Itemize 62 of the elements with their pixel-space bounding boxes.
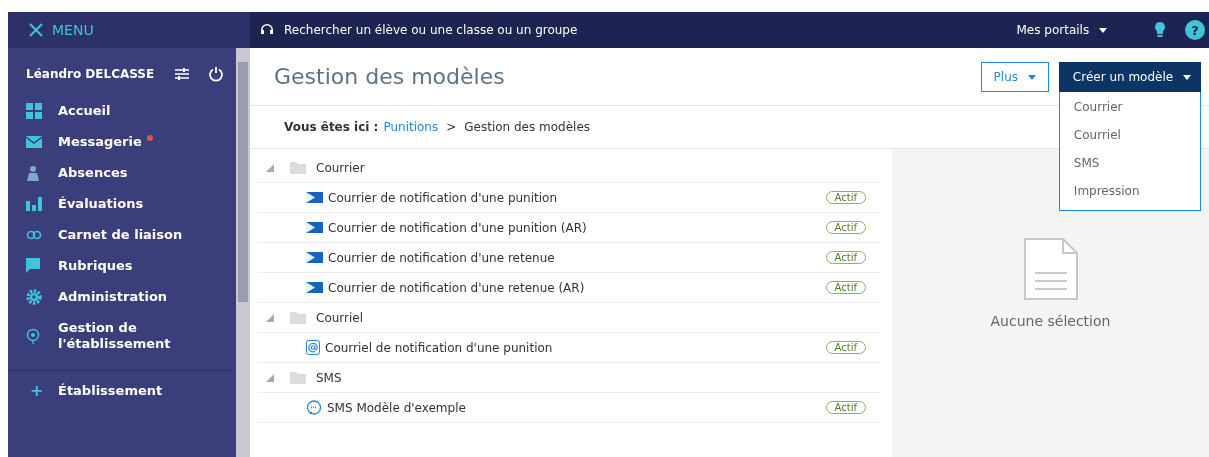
power-icon[interactable] [208,66,224,82]
menu-item[interactable]: Courriel [1059,121,1200,150]
plus-glyph: + [30,381,45,400]
create-template-button[interactable]: Créer un modèle [1058,61,1201,92]
help-button[interactable]: ? [1185,20,1205,40]
folder-row[interactable]: Courrier [258,153,880,183]
breadcrumb-link[interactable]: Punitions [383,120,439,134]
more-button[interactable]: Plus [980,61,1049,92]
lightbulb-icon[interactable] [1153,21,1167,39]
caret-icon [1027,74,1036,80]
template-row[interactable]: Courrier de notification d'une retenue Actif [258,243,880,273]
template-row[interactable]: Courrier de notification d'une punition Actif [258,183,880,213]
nav-item[interactable]: Rubriques [8,251,236,282]
empty-state-text: Aucune sélection [990,313,1111,329]
menu-item[interactable]: Courrier [1059,93,1200,122]
search-field[interactable]: Rechercher un élève ou une classe ou un groupe [282,22,686,38]
folder-icon [290,371,306,384]
folder-icon [290,161,306,174]
user-name: Léandro DELCASSE [26,67,156,81]
caret-icon [1183,74,1191,80]
menu-button[interactable]: MENU [8,22,94,38]
breadcrumb-current: Gestion des modèles [464,120,591,134]
menu-item[interactable]: Impression [1059,177,1200,206]
location-icon [26,328,40,344]
headset-icon [260,23,274,37]
folder-row[interactable]: Courriel [258,303,880,333]
letter-icon [306,282,323,293]
template-row[interactable]: Courriel de notification d'une punition Actif [258,333,880,363]
letter-icon [306,192,323,203]
template-row[interactable]: Courrier de notification d'une retenue (AR) Actif [258,273,880,303]
bar-chart-icon [26,197,42,211]
envelope-icon [26,136,42,148]
portals-dropdown[interactable]: Mes portails [1010,22,1113,38]
page-title: Gestion des modèles [274,64,506,89]
nav-item[interactable]: Carnet de liaison [8,220,236,251]
person-icon [26,165,40,181]
folder-icon [290,311,306,324]
nav-item[interactable]: Gestion de l'établissement [8,313,236,360]
nav-item[interactable]: Évaluations [8,189,236,220]
scrollbar[interactable] [236,48,250,457]
speech-bubble-icon [306,399,322,416]
nav-item[interactable]: Messagerie [8,127,236,158]
nav-item[interactable]: Accueil [8,96,236,127]
gear-icon [26,289,42,305]
caret-icon [1099,28,1107,33]
template-row[interactable]: Courrier de notification d'une punition (AR) Actif [258,213,880,243]
breadcrumb-label: Vous êtes ici : [284,120,379,134]
close-icon [28,22,44,38]
letter-icon [306,222,323,233]
nav-item[interactable]: Absences [8,158,236,189]
letter-icon [306,252,323,263]
menu-item[interactable]: SMS [1059,149,1200,178]
nav-item[interactable]: Administration [8,282,236,313]
document-icon [1022,237,1079,301]
folder-row[interactable]: SMS [258,363,880,393]
sliders-icon[interactable] [174,67,190,81]
template-row[interactable]: SMS Modèle d'exemple Actif [258,393,880,423]
chat-icon [26,258,42,274]
grid-icon [26,103,42,119]
at-sign-icon [306,340,320,355]
link-icon [26,230,42,240]
breadcrumb-separator: > [446,120,457,134]
